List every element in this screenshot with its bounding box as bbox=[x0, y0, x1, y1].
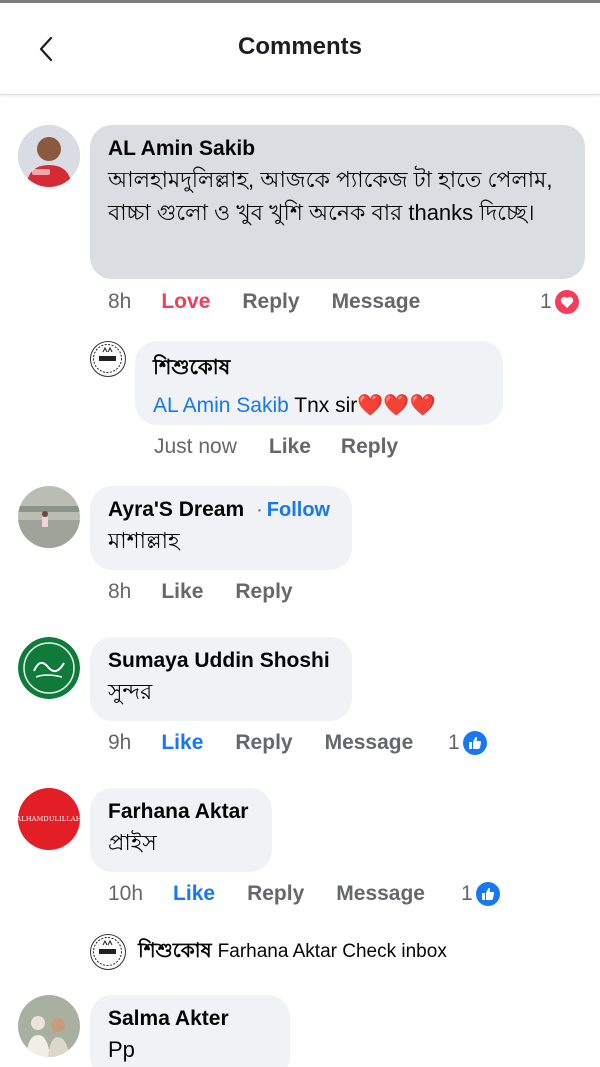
page-title: Comments bbox=[237, 33, 363, 60]
love-button[interactable]: Love bbox=[161, 290, 210, 314]
message-button[interactable]: Message bbox=[325, 731, 414, 755]
avatar[interactable]: ALHAMDULILLAH bbox=[18, 788, 80, 850]
avatar[interactable] bbox=[18, 125, 80, 187]
like-reaction-icon bbox=[475, 882, 500, 906]
reply-body: Tnx sir❤️❤️❤️ bbox=[288, 394, 436, 417]
comment-author[interactable]: Farhana Aktar bbox=[108, 800, 254, 824]
reaction-count: 1 bbox=[448, 731, 460, 754]
follow-button[interactable]: Follow bbox=[267, 499, 330, 522]
reply-button[interactable]: Reply bbox=[235, 731, 292, 755]
comment-actions: 8h Love Reply Message bbox=[108, 290, 420, 314]
reply-author[interactable]: শিশুকোষ bbox=[138, 936, 212, 969]
message-button[interactable]: Message bbox=[332, 290, 421, 314]
comment-author[interactable]: Sumaya Uddin Shoshi bbox=[108, 649, 334, 673]
comment-author[interactable]: Salma Akter bbox=[108, 1007, 272, 1031]
avatar[interactable] bbox=[18, 995, 80, 1057]
comment-time: 10h bbox=[108, 882, 144, 905]
reaction-count: 1 bbox=[540, 290, 552, 313]
reply-text: AL Amin Sakib Tnx sir❤️❤️❤️ bbox=[153, 390, 485, 422]
love-reaction-icon bbox=[554, 290, 579, 314]
page-avatar bbox=[90, 934, 126, 970]
comment-text: আলহামদুলিল্লাহ, আজকে প্যাকেজ টা হাতে পেল… bbox=[108, 167, 553, 225]
comment-author[interactable]: Ayra'S Dream bbox=[108, 498, 244, 522]
comment-bubble[interactable]: Sumaya Uddin Shoshi সুন্দর bbox=[90, 637, 352, 721]
comment-author[interactable]: AL Amin Sakib bbox=[108, 137, 567, 161]
reaction-summary[interactable]: 1 bbox=[448, 731, 487, 755]
avatar[interactable] bbox=[18, 486, 80, 548]
separator-dot: · bbox=[256, 498, 263, 521]
reply-time: Just now bbox=[154, 435, 237, 458]
avatar-text: ALHAMDULILLAH bbox=[18, 815, 80, 823]
comment-text: Pp bbox=[108, 1037, 135, 1062]
comments-header: Comments bbox=[0, 3, 600, 95]
comment-text: মাশাল্লাহ bbox=[108, 528, 180, 553]
reply-bubble[interactable]: শিশুকোষ AL Amin Sakib Tnx sir❤️❤️❤️ bbox=[135, 341, 503, 425]
page-avatar[interactable] bbox=[90, 341, 126, 377]
comment-time: 8h bbox=[108, 580, 132, 603]
reply-actions: Just now Like Reply bbox=[154, 435, 398, 459]
reaction-count: 1 bbox=[461, 882, 473, 905]
like-reaction-icon bbox=[462, 731, 487, 755]
reaction-summary[interactable]: 1 bbox=[461, 882, 500, 906]
comment-text: সুন্দর bbox=[108, 679, 153, 704]
mention-link[interactable]: AL Amin Sakib bbox=[153, 394, 289, 417]
comment-bubble[interactable]: Ayra'S Dream · Follow মাশাল্লাহ bbox=[90, 486, 352, 570]
avatar[interactable] bbox=[18, 637, 80, 699]
like-button[interactable]: Like bbox=[269, 435, 311, 459]
comment-text: প্রাইস bbox=[108, 830, 157, 855]
message-button[interactable]: Message bbox=[336, 882, 425, 906]
like-button[interactable]: Like bbox=[161, 580, 203, 604]
comment-time: 9h bbox=[108, 731, 132, 754]
like-button[interactable]: Like bbox=[161, 731, 203, 755]
reply-text: Farhana Aktar Check inbox bbox=[217, 941, 447, 962]
comment-bubble[interactable]: Salma Akter Pp bbox=[90, 995, 290, 1067]
reaction-summary[interactable]: 1 bbox=[540, 290, 579, 314]
reply-button[interactable]: Reply bbox=[341, 435, 398, 459]
comment-actions: 8h Like Reply bbox=[108, 580, 293, 604]
comment-actions: 10h Like Reply Message bbox=[108, 882, 425, 906]
reply-button[interactable]: Reply bbox=[242, 290, 299, 314]
like-button[interactable]: Like bbox=[173, 882, 215, 906]
collapsed-reply[interactable]: শিশুকোষ Farhana Aktar Check inbox bbox=[90, 934, 447, 970]
comment-actions: 9h Like Reply Message bbox=[108, 731, 413, 755]
comment-time: 8h bbox=[108, 290, 132, 313]
reply-author[interactable]: শিশুকোষ bbox=[153, 351, 485, 386]
comment-bubble[interactable]: AL Amin Sakib আলহামদুলিল্লাহ, আজকে প্যাক… bbox=[90, 125, 585, 279]
reply-button[interactable]: Reply bbox=[235, 580, 292, 604]
reply-button[interactable]: Reply bbox=[247, 882, 304, 906]
comment-bubble[interactable]: Farhana Aktar প্রাইস bbox=[90, 788, 272, 872]
